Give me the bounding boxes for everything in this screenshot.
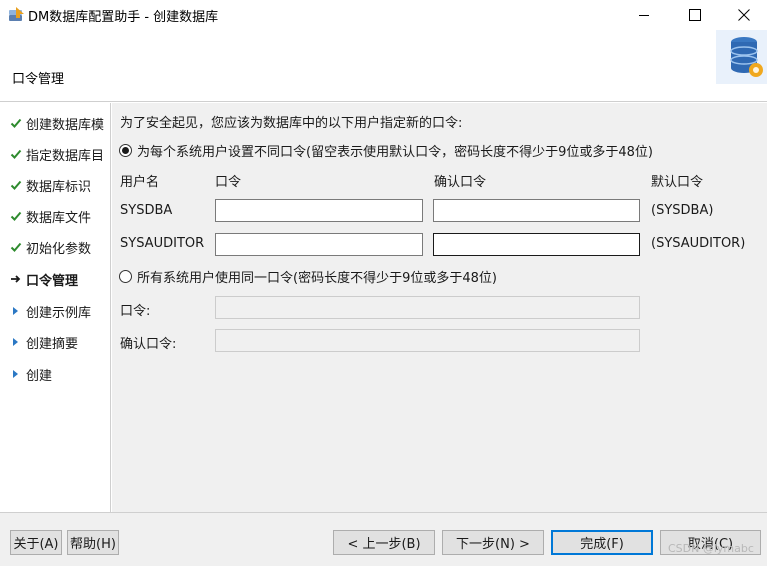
intro-text: 为了安全起见，您应该为数据库中的以下用户指定新的口令:: [120, 116, 463, 131]
close-button[interactable]: [721, 0, 767, 30]
step-label: 口令管理: [26, 273, 79, 289]
step-init-params: 初始化参数: [10, 237, 91, 257]
step-password-management: 口令管理: [10, 269, 78, 289]
step-label: 创建: [26, 368, 53, 384]
sysdba-password-input[interactable]: [215, 199, 423, 222]
checkmark-icon: [10, 242, 22, 252]
triangle-right-icon: [13, 307, 18, 315]
triangle-right-icon: [13, 338, 18, 346]
radio-button-unchecked[interactable]: [119, 270, 132, 283]
checkmark-icon: [10, 180, 22, 190]
database-wizard-icon: [9, 7, 24, 21]
checkmark-icon: [10, 118, 22, 128]
step-create-sample: 创建示例库: [10, 301, 91, 321]
shared-password-label: 口令:: [120, 304, 151, 319]
step-label: 创建数据库模: [26, 117, 105, 133]
step-db-files: 数据库文件: [10, 206, 91, 226]
minimize-button[interactable]: [621, 0, 667, 30]
shared-confirm-label: 确认口令:: [120, 337, 177, 352]
maximize-button[interactable]: [672, 0, 718, 30]
radio-individual-passwords[interactable]: 为每个系统用户设置不同口令(留空表示使用默认口令，密码长度不得少于9位或多于48…: [119, 141, 653, 160]
column-header-default: 默认口令: [651, 175, 704, 190]
minimize-icon: [639, 15, 649, 16]
finish-button[interactable]: 完成(F): [551, 530, 653, 555]
radio-label: 所有系统用户使用同一口令(密码长度不得少于9位或多于48位): [137, 271, 497, 286]
sysauditor-confirm-input[interactable]: [433, 233, 640, 256]
radio-label: 为每个系统用户设置不同口令(留空表示使用默认口令，密码长度不得少于9位或多于48…: [137, 145, 653, 160]
database-gear-logo: [716, 30, 767, 84]
step-label: 指定数据库目: [26, 148, 105, 164]
window-title: DM数据库配置助手 - 创建数据库: [28, 10, 219, 25]
checkmark-icon: [10, 211, 22, 221]
step-create: 创建: [10, 364, 52, 384]
back-button[interactable]: < 上一步(B): [333, 530, 435, 555]
help-button[interactable]: 帮助(H): [67, 530, 119, 555]
step-label: 数据库标识: [26, 179, 92, 195]
maximize-icon: [689, 9, 701, 21]
default-password-sysauditor: (SYSAUDITOR): [651, 236, 746, 251]
close-icon: [738, 9, 750, 21]
next-button[interactable]: 下一步(N) >: [442, 530, 544, 555]
radio-shared-password[interactable]: 所有系统用户使用同一口令(密码长度不得少于9位或多于48位): [119, 267, 497, 286]
sysauditor-password-input[interactable]: [215, 233, 423, 256]
watermark: CSDN @lymabc: [668, 542, 754, 555]
password-panel: 为了安全起见，您应该为数据库中的以下用户指定新的口令: 为每个系统用户设置不同口…: [112, 103, 767, 512]
step-label: 初始化参数: [26, 241, 92, 257]
user-name-sysauditor: SYSAUDITOR: [120, 236, 205, 251]
step-create-template: 创建数据库模: [10, 113, 104, 133]
arrow-right-icon: [11, 275, 21, 283]
user-name-sysdba: SYSDBA: [120, 203, 173, 218]
triangle-right-icon: [13, 370, 18, 378]
wizard-header: 口令管理: [0, 30, 767, 102]
shared-password-input[interactable]: [215, 296, 640, 319]
sysdba-confirm-input[interactable]: [433, 199, 640, 222]
title-bar: DM数据库配置助手 - 创建数据库: [0, 0, 767, 30]
page-title: 口令管理: [12, 72, 65, 87]
column-header-password: 口令: [215, 175, 242, 190]
step-label: 创建摘要: [26, 336, 79, 352]
step-db-identity: 数据库标识: [10, 175, 91, 195]
default-password-sysdba: (SYSDBA): [651, 203, 714, 218]
wizard-footer: 关于(A) 帮助(H) < 上一步(B) 下一步(N) > 完成(F) 取消(C…: [0, 512, 767, 566]
column-header-confirm: 确认口令: [434, 175, 487, 190]
step-label: 创建示例库: [26, 305, 92, 321]
shared-confirm-input[interactable]: [215, 329, 640, 352]
wizard-steps-sidebar: 创建数据库模 指定数据库目 数据库标识 数据库文件 初始化参数 口令管理 创建示…: [0, 103, 111, 512]
checkmark-icon: [10, 149, 22, 159]
step-summary: 创建摘要: [10, 332, 78, 352]
step-db-directory: 指定数据库目: [10, 144, 104, 164]
column-header-username: 用户名: [120, 175, 160, 190]
step-label: 数据库文件: [26, 210, 92, 226]
radio-button-checked[interactable]: [119, 144, 132, 157]
about-button[interactable]: 关于(A): [10, 530, 62, 555]
